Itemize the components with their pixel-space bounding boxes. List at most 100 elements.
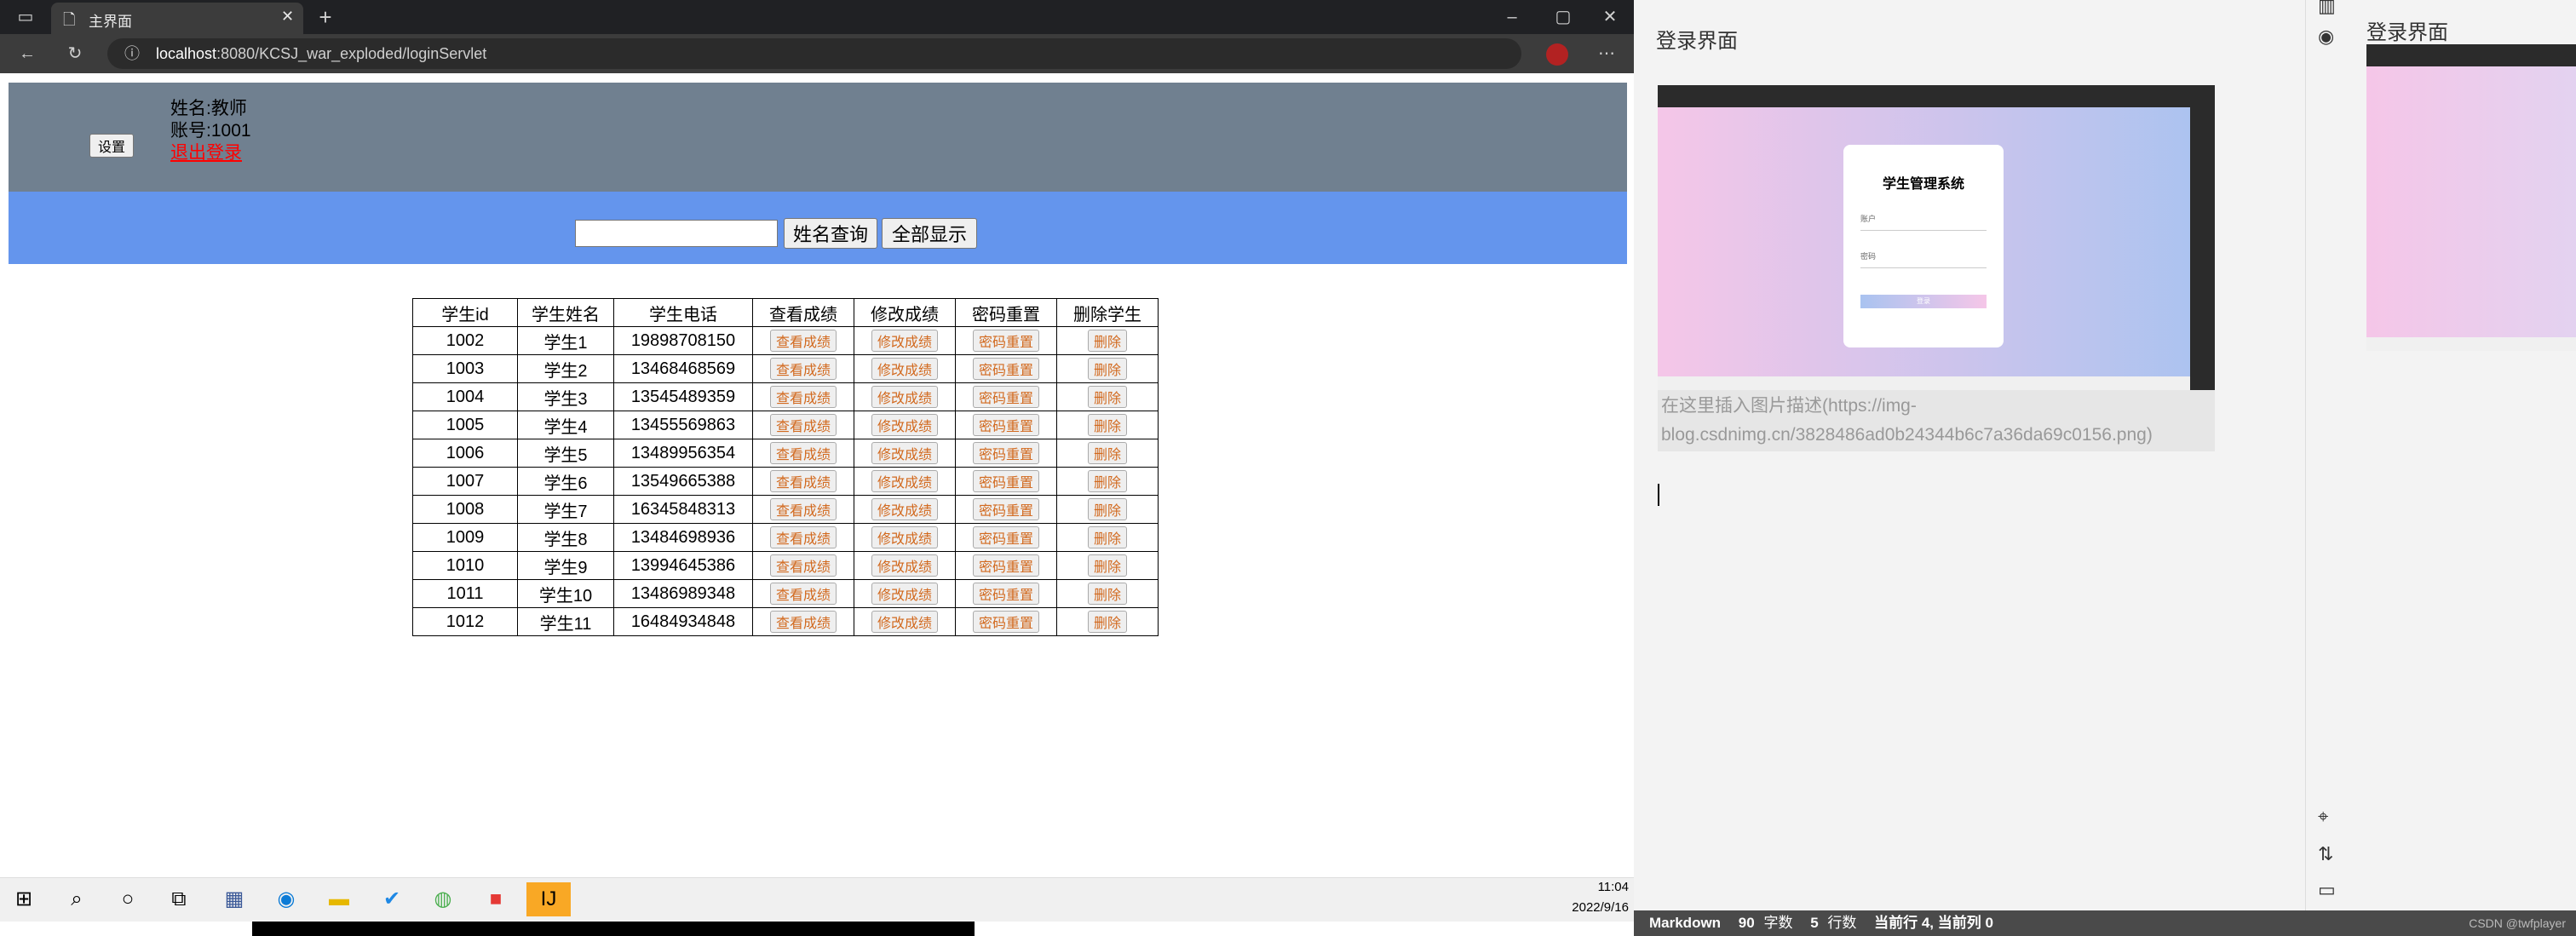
edit-grades-button[interactable]: 修改成绩	[871, 611, 938, 633]
browser-window: ▭ 🗋 主界面 ✕ + – ▢ ✕ ← ↻ ▣ ☆ ⧉ ⋯ ⓘ localhos…	[0, 0, 1634, 881]
edit-grades-button[interactable]: 修改成绩	[871, 498, 938, 520]
edge-icon[interactable]: ◉	[269, 882, 303, 916]
url-field[interactable]: ⓘ localhost:8080/KCSJ_war_exploded/login…	[107, 38, 1521, 69]
site-info-icon[interactable]: ⓘ	[124, 45, 140, 62]
table-row: 1009 学生8 13484698936 查看成绩 修改成绩 密码重置 删除	[412, 523, 1159, 552]
reset-password-button[interactable]: 密码重置	[972, 526, 1039, 548]
reset-password-button[interactable]: 密码重置	[972, 358, 1039, 380]
status-line-count: 5	[1810, 915, 1819, 931]
name-search-input[interactable]	[575, 220, 778, 247]
reset-password-button[interactable]: 密码重置	[972, 611, 1039, 633]
tab-main[interactable]: 🗋 主界面 ✕	[51, 3, 303, 34]
page-header: 设置 姓名:教师 账号:1001 退出登录	[9, 83, 1627, 192]
edit-grades-button[interactable]: 修改成绩	[871, 442, 938, 464]
edit-grades-button[interactable]: 修改成绩	[871, 330, 938, 352]
action-cell: 密码重置	[955, 411, 1057, 439]
search-icon[interactable]: ⌕	[60, 882, 94, 916]
intellij-icon[interactable]: IJ	[526, 882, 571, 916]
view-grades-button[interactable]: 查看成绩	[769, 611, 837, 633]
image-markdown-source[interactable]: 在这里插入图片描述(https://img-blog.csdnimg.cn/38…	[1658, 390, 2215, 451]
edit-grades-button[interactable]: 修改成绩	[871, 414, 938, 436]
logout-link[interactable]: 退出登录	[170, 139, 242, 164]
app-icon[interactable]: ▦	[217, 882, 251, 916]
new-tab-icon[interactable]: +	[308, 0, 342, 34]
view-grades-button[interactable]: 查看成绩	[769, 526, 837, 548]
delete-student-button[interactable]: 删除	[1087, 583, 1127, 605]
action-cell: 查看成绩	[752, 326, 854, 355]
close-tab-icon[interactable]: ✕	[281, 8, 294, 26]
delete-student-button[interactable]: 删除	[1087, 386, 1127, 408]
view-grades-button[interactable]: 查看成绩	[769, 470, 837, 492]
sync-scroll-icon[interactable]: ⇅	[2318, 843, 2333, 865]
delete-student-button[interactable]: 删除	[1087, 611, 1127, 633]
reset-password-button[interactable]: 密码重置	[972, 583, 1039, 605]
url-host: localhost	[156, 45, 217, 62]
status-line-unit: 行数	[1827, 915, 1857, 931]
action-cell: 删除	[1056, 495, 1159, 524]
start-icon[interactable]: ⊞	[7, 882, 41, 916]
clock-date: 2022/9/16	[1572, 900, 1629, 915]
view-grades-button[interactable]: 查看成绩	[769, 330, 837, 352]
action-cell: 查看成绩	[752, 382, 854, 411]
edit-grades-button[interactable]: 修改成绩	[871, 526, 938, 548]
reset-password-button[interactable]: 密码重置	[972, 498, 1039, 520]
locate-icon[interactable]: ⌖	[2318, 806, 2328, 828]
clock-time: 11:04	[1597, 880, 1629, 894]
toc-icon[interactable]: ▭	[2318, 879, 2336, 901]
app-red-icon[interactable]: ■	[479, 882, 513, 916]
preview-eye-icon[interactable]: ◉	[2318, 26, 2334, 48]
delete-student-button[interactable]: 删除	[1087, 414, 1127, 436]
action-cell: 删除	[1056, 439, 1159, 468]
profile-avatar[interactable]	[1546, 43, 1568, 66]
view-grades-button[interactable]: 查看成绩	[769, 414, 837, 436]
task-view-icon[interactable]: ⧉	[162, 882, 196, 916]
todo-icon[interactable]: ✔	[375, 882, 409, 916]
back-icon[interactable]: ←	[12, 37, 43, 71]
more-menu-icon[interactable]: ⋯	[1591, 37, 1622, 71]
student-phone-cell: 13486989348	[613, 579, 753, 608]
refresh-icon[interactable]: ↻	[60, 37, 90, 71]
delete-student-button[interactable]: 删除	[1087, 330, 1127, 352]
view-grades-button[interactable]: 查看成绩	[769, 386, 837, 408]
maximize-icon[interactable]: ▢	[1546, 0, 1580, 34]
view-grades-button[interactable]: 查看成绩	[769, 442, 837, 464]
tab-actions-icon[interactable]: ▭	[9, 0, 43, 34]
folder-icon[interactable]: ▬	[322, 882, 356, 916]
reset-password-button[interactable]: 密码重置	[972, 330, 1039, 352]
reset-password-button[interactable]: 密码重置	[972, 470, 1039, 492]
cortana-icon[interactable]: ○	[111, 882, 145, 916]
delete-student-button[interactable]: 删除	[1087, 358, 1127, 380]
close-window-icon[interactable]: ✕	[1593, 0, 1627, 34]
reset-password-button[interactable]: 密码重置	[972, 414, 1039, 436]
editor-heading[interactable]: 登录界面	[1656, 24, 1738, 54]
reset-password-button[interactable]: 密码重置	[972, 386, 1039, 408]
delete-student-button[interactable]: 删除	[1087, 470, 1127, 492]
view-grades-button[interactable]: 查看成绩	[769, 583, 837, 605]
student-id-cell: 1007	[412, 467, 518, 496]
action-cell: 密码重置	[955, 495, 1057, 524]
edit-grades-button[interactable]: 修改成绩	[871, 583, 938, 605]
delete-student-button[interactable]: 删除	[1087, 526, 1127, 548]
view-grades-button[interactable]: 查看成绩	[769, 554, 837, 577]
delete-student-button[interactable]: 删除	[1087, 442, 1127, 464]
settings-button[interactable]: 设置	[89, 134, 134, 158]
delete-student-button[interactable]: 删除	[1087, 498, 1127, 520]
name-search-button[interactable]: 姓名查询	[784, 218, 877, 249]
view-grades-button[interactable]: 查看成绩	[769, 498, 837, 520]
edit-grades-button[interactable]: 修改成绩	[871, 470, 938, 492]
student-id-cell: 1012	[412, 607, 518, 636]
reset-password-button[interactable]: 密码重置	[972, 442, 1039, 464]
edit-grades-button[interactable]: 修改成绩	[871, 554, 938, 577]
edit-grades-button[interactable]: 修改成绩	[871, 358, 938, 380]
app-green-icon[interactable]: ◍	[426, 882, 460, 916]
minimize-icon[interactable]: –	[1495, 0, 1529, 34]
reset-password-button[interactable]: 密码重置	[972, 554, 1039, 577]
preview-heading: 登录界面	[2366, 21, 2448, 44]
delete-student-button[interactable]: 删除	[1087, 554, 1127, 577]
markdown-preview: 登录界面	[2355, 0, 2576, 910]
layout-icon[interactable]: ▥	[2318, 0, 2336, 17]
view-grades-button[interactable]: 查看成绩	[769, 358, 837, 380]
edit-grades-button[interactable]: 修改成绩	[871, 386, 938, 408]
show-all-button[interactable]: 全部显示	[882, 218, 977, 249]
student-name-cell: 学生5	[517, 439, 614, 468]
